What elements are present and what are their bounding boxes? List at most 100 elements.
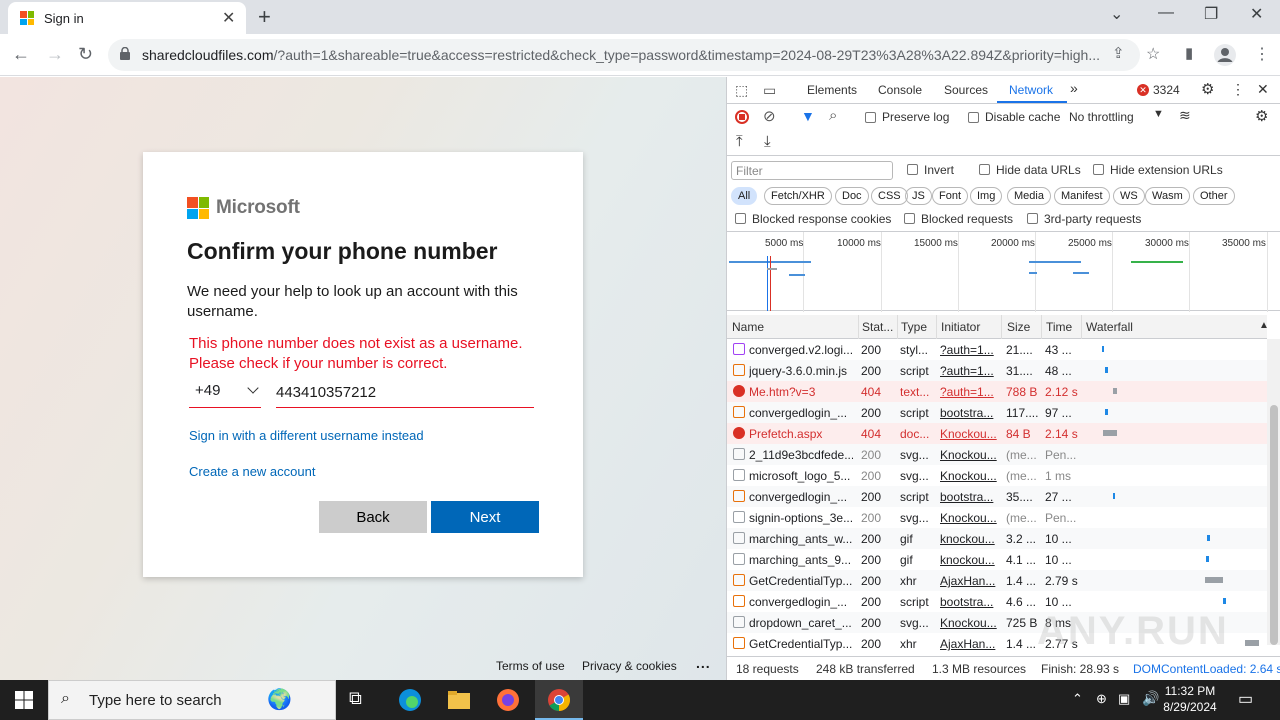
profile-avatar-icon[interactable]	[1214, 44, 1236, 66]
table-row[interactable]: convergedlogin_... 200 script bootstra... 35…	[727, 486, 1267, 507]
table-row[interactable]: convergedlogin_... 200 script bootstra... 11…	[727, 402, 1267, 423]
tray-chevron-icon[interactable]: ⌃	[1072, 691, 1083, 707]
notification-icon[interactable]: ▭	[1238, 689, 1253, 709]
search-icon[interactable]: ⌕	[829, 107, 837, 124]
table-row[interactable]: marching_ants_w... 200 gif knockou... 3.2 ..…	[727, 528, 1267, 549]
blocked-cookies-checkbox[interactable]	[735, 213, 746, 224]
disable-cache-checkbox[interactable]	[968, 112, 979, 123]
col-time[interactable]: Time	[1046, 320, 1072, 334]
more-tabs-icon[interactable]: »	[1070, 80, 1078, 96]
type-filter-wasm[interactable]: Wasm	[1145, 187, 1190, 205]
share-icon[interactable]: ⇪	[1112, 44, 1125, 62]
chrome-taskbar-button[interactable]	[535, 680, 583, 720]
table-row[interactable]: Prefetch.aspx 404 doc... Knockou... 84 B 2.14…	[727, 423, 1267, 444]
filter-funnel-icon[interactable]: ▼	[801, 108, 815, 124]
cell-initiator[interactable]: ?auth=1...	[940, 343, 998, 357]
cell-initiator[interactable]: Knockou...	[940, 469, 998, 483]
network-tray-icon[interactable]: ▣	[1118, 691, 1130, 707]
filter-input[interactable]: Filter	[731, 161, 893, 180]
back-button[interactable]: Back	[319, 501, 427, 533]
file-explorer-icon[interactable]	[447, 688, 471, 712]
type-filter-css[interactable]: CSS	[871, 187, 908, 205]
close-tab-icon[interactable]: ✕	[222, 8, 235, 28]
cell-initiator[interactable]: bootstra...	[940, 595, 998, 609]
tray-usb-icon[interactable]: ⊕	[1096, 691, 1107, 707]
settings-gear-icon[interactable]: ⚙	[1201, 80, 1214, 98]
volume-icon[interactable]: 🔊	[1142, 690, 1159, 707]
url-text[interactable]: sharedcloudfiles.com/?auth=1&shareable=t…	[142, 47, 1102, 63]
tab-network[interactable]: Network	[1009, 83, 1053, 97]
tab-sources[interactable]: Sources	[944, 83, 988, 97]
blocked-requests-checkbox[interactable]	[904, 213, 915, 224]
taskbar-clock[interactable]: 11:32 PM 8/29/2024	[1160, 683, 1220, 715]
devtools-close-icon[interactable]: ✕	[1257, 81, 1269, 98]
record-stop-icon[interactable]	[735, 110, 749, 124]
minimize-icon[interactable]: —	[1158, 4, 1174, 22]
hide-extension-urls-checkbox[interactable]	[1093, 164, 1104, 175]
type-filter-fetch[interactable]: Fetch/XHR	[764, 187, 832, 205]
col-status[interactable]: Stat...	[862, 320, 893, 334]
bookmark-star-icon[interactable]: ☆	[1146, 44, 1160, 64]
table-row[interactable]: Me.htm?v=3 404 text... ?auth=1... 788 B 2.12 …	[727, 381, 1267, 402]
type-filter-manifest[interactable]: Manifest	[1054, 187, 1110, 205]
table-row[interactable]: 2_11d9e3bcdfede... 200 svg... Knockou... (me…	[727, 444, 1267, 465]
cell-initiator[interactable]: AjaxHan...	[940, 637, 998, 651]
hide-data-urls-checkbox[interactable]	[979, 164, 990, 175]
country-code-select[interactable]: +49	[189, 377, 261, 408]
table-row[interactable]: microsoft_logo_5... 200 svg... Knockou... (m…	[727, 465, 1267, 486]
taskbar-search-box[interactable]: ⌕ Type here to search 🌍	[48, 680, 336, 720]
col-initiator[interactable]: Initiator	[941, 320, 980, 334]
col-type[interactable]: Type	[901, 320, 927, 334]
different-username-link[interactable]: Sign in with a different username instea…	[189, 428, 424, 443]
menu-kebab-icon[interactable]: ⋮	[1254, 44, 1270, 64]
preserve-log-checkbox[interactable]	[865, 112, 876, 123]
col-size[interactable]: Size	[1007, 320, 1030, 334]
type-filter-all[interactable]: All	[731, 187, 758, 205]
network-conditions-icon[interactable]: ≋	[1179, 107, 1191, 124]
phone-number-input[interactable]	[276, 377, 534, 408]
edge-browser-icon[interactable]	[398, 688, 422, 712]
reload-icon[interactable]: ↻	[78, 44, 93, 65]
type-filter-other[interactable]: Other	[1193, 187, 1235, 205]
table-row[interactable]: converged.v2.logi... 200 styl... ?auth=1...…	[727, 339, 1267, 360]
third-party-checkbox[interactable]	[1027, 213, 1038, 224]
invert-checkbox[interactable]	[907, 164, 918, 175]
lock-icon[interactable]	[120, 47, 130, 60]
cell-initiator[interactable]: Knockou...	[940, 427, 998, 441]
clear-icon[interactable]: ⊘	[763, 107, 776, 125]
import-har-icon[interactable]: ⤒	[736, 133, 743, 150]
type-filter-media[interactable]: Media	[1007, 187, 1051, 205]
table-row[interactable]: jquery-3.6.0.min.js 200 script ?auth=1... 31…	[727, 360, 1267, 381]
type-filter-font[interactable]: Font	[932, 187, 969, 205]
cell-initiator[interactable]: ?auth=1...	[940, 364, 998, 378]
throttling-select[interactable]: No throttling	[1069, 110, 1134, 124]
cell-initiator[interactable]: AjaxHan...	[940, 574, 998, 588]
restore-icon[interactable]: ❐	[1204, 4, 1218, 24]
cell-initiator[interactable]: bootstra...	[940, 406, 998, 420]
create-account-link[interactable]: Create a new account	[189, 464, 315, 479]
type-filter-img[interactable]: Img	[970, 187, 1003, 205]
type-filter-doc[interactable]: Doc	[835, 187, 869, 205]
cell-initiator[interactable]: bootstra...	[940, 490, 998, 504]
new-tab-icon[interactable]: +	[258, 4, 271, 30]
firefox-icon[interactable]	[496, 688, 520, 712]
cell-initiator[interactable]: ?auth=1...	[940, 385, 998, 399]
terms-link[interactable]: Terms of use	[496, 659, 565, 673]
scrollbar[interactable]	[1267, 339, 1280, 645]
table-row[interactable]: marching_ants_9... 200 gif knockou... 4.1 ..…	[727, 549, 1267, 570]
cell-initiator[interactable]: knockou...	[940, 532, 998, 546]
tab-console[interactable]: Console	[878, 83, 922, 97]
export-har-icon[interactable]: ⤓	[764, 133, 771, 150]
task-view-icon[interactable]: ⧉	[349, 688, 373, 712]
timeline-overview[interactable]: 5000 ms 10000 ms 15000 ms 20000 ms 25000…	[727, 231, 1280, 312]
privacy-link[interactable]: Privacy & cookies	[582, 659, 677, 673]
table-row[interactable]: GetCredentialTyp... 200 xhr AjaxHan... 1.4 .…	[727, 570, 1267, 591]
tab-search-chevron-icon[interactable]: ⌄	[1110, 4, 1123, 24]
cell-initiator[interactable]: Knockou...	[940, 448, 998, 462]
next-button[interactable]: Next	[431, 501, 539, 533]
cell-initiator[interactable]: Knockou...	[940, 616, 998, 630]
windows-start-icon[interactable]	[15, 691, 33, 709]
error-count[interactable]: 3324	[1153, 83, 1180, 97]
col-waterfall[interactable]: Waterfall	[1086, 320, 1133, 334]
cell-initiator[interactable]: knockou...	[940, 553, 998, 567]
